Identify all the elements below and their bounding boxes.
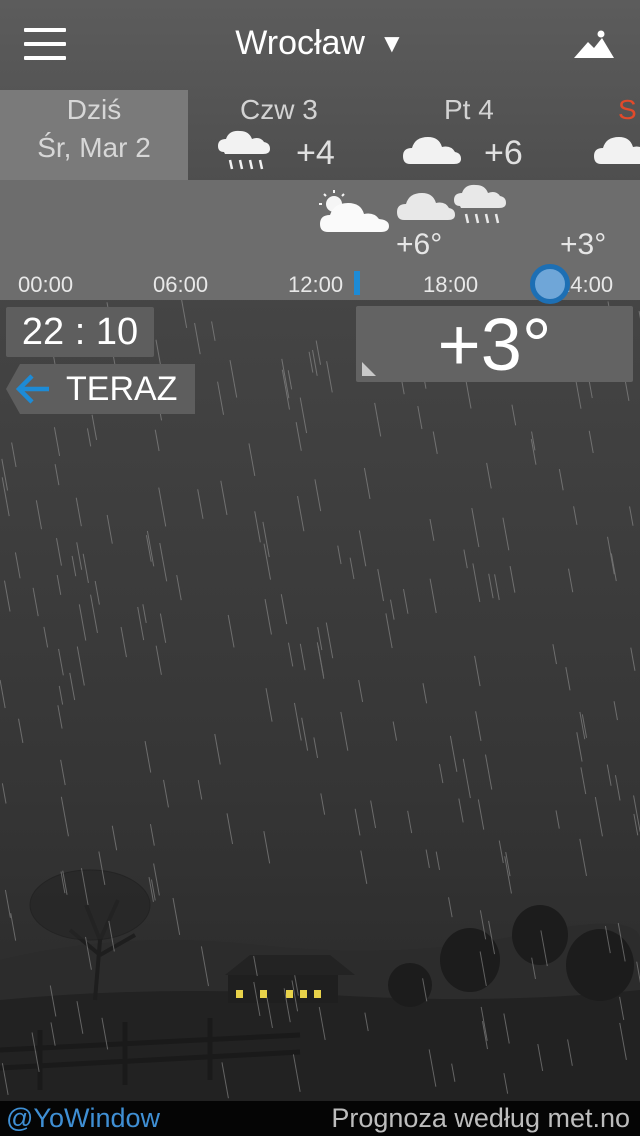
- landscape-icon[interactable]: [574, 30, 614, 60]
- tab-day-fri[interactable]: Pt 4 +6: [378, 90, 583, 180]
- city-selector[interactable]: Wrocław ▼: [0, 24, 640, 63]
- rain-cloud-icon: [454, 184, 506, 224]
- rain-cloud-icon: [218, 130, 270, 170]
- tab-day-label: Czw 3: [240, 94, 318, 125]
- tab-day-label: S: [618, 94, 637, 125]
- current-temperature-value: +3°: [437, 303, 552, 386]
- tab-today-label: Dziś: [66, 94, 122, 125]
- hourly-temp: +3°: [560, 228, 607, 261]
- tab-day-temp: +6: [484, 134, 523, 172]
- tab-day-thu[interactable]: Czw 3 +4: [188, 90, 378, 180]
- time-minutes: 10: [95, 311, 139, 353]
- partly-cloudy-icon: [319, 190, 389, 232]
- now-button[interactable]: TERAZ: [6, 364, 195, 414]
- expand-corner-icon: [362, 362, 376, 376]
- tab-today[interactable]: Dziś Śr, Mar 2: [0, 90, 188, 180]
- cloud-icon: [397, 193, 455, 220]
- brand-link[interactable]: @YoWindow: [6, 1101, 160, 1136]
- hour-tick: 12:00: [288, 272, 344, 297]
- current-temperature[interactable]: +3°: [356, 303, 633, 386]
- cloud-icon: [594, 137, 640, 164]
- hourly-forecast[interactable]: +6° +3° 00:00 06:00 12:00 18:00 24:00: [0, 180, 640, 304]
- now-button-label: TERAZ: [66, 370, 178, 408]
- top-bar: Wrocław ▼: [0, 0, 640, 90]
- selected-time: 22 : 10: [6, 307, 154, 357]
- forecast-source-link[interactable]: Prognoza według met.no: [331, 1101, 630, 1136]
- tab-day-label: Pt 4: [444, 94, 494, 125]
- time-hours: 22: [21, 311, 65, 353]
- tab-today-date: Śr, Mar 2: [37, 132, 151, 163]
- tab-day-sat[interactable]: S: [583, 90, 640, 180]
- day-tabs: Dziś Śr, Mar 2 Czw 3 +4 Pt 4 +6 S: [0, 90, 640, 180]
- chevron-down-icon: ▼: [379, 28, 405, 58]
- arrow-left-icon: [16, 374, 49, 404]
- tab-day-temp: +4: [296, 134, 335, 172]
- hour-tick: 18:00: [423, 272, 479, 297]
- hourly-temp: +6°: [396, 228, 443, 261]
- house: [225, 955, 355, 1003]
- hour-tick: 06:00: [153, 272, 209, 297]
- time-slider-handle[interactable]: [530, 264, 570, 304]
- now-marker: [354, 271, 360, 295]
- footer-bar: @YoWindow Prognoza według met.no: [0, 1101, 640, 1136]
- cloud-icon: [403, 137, 461, 164]
- hour-tick: 00:00: [18, 272, 74, 297]
- city-name: Wrocław: [235, 24, 365, 62]
